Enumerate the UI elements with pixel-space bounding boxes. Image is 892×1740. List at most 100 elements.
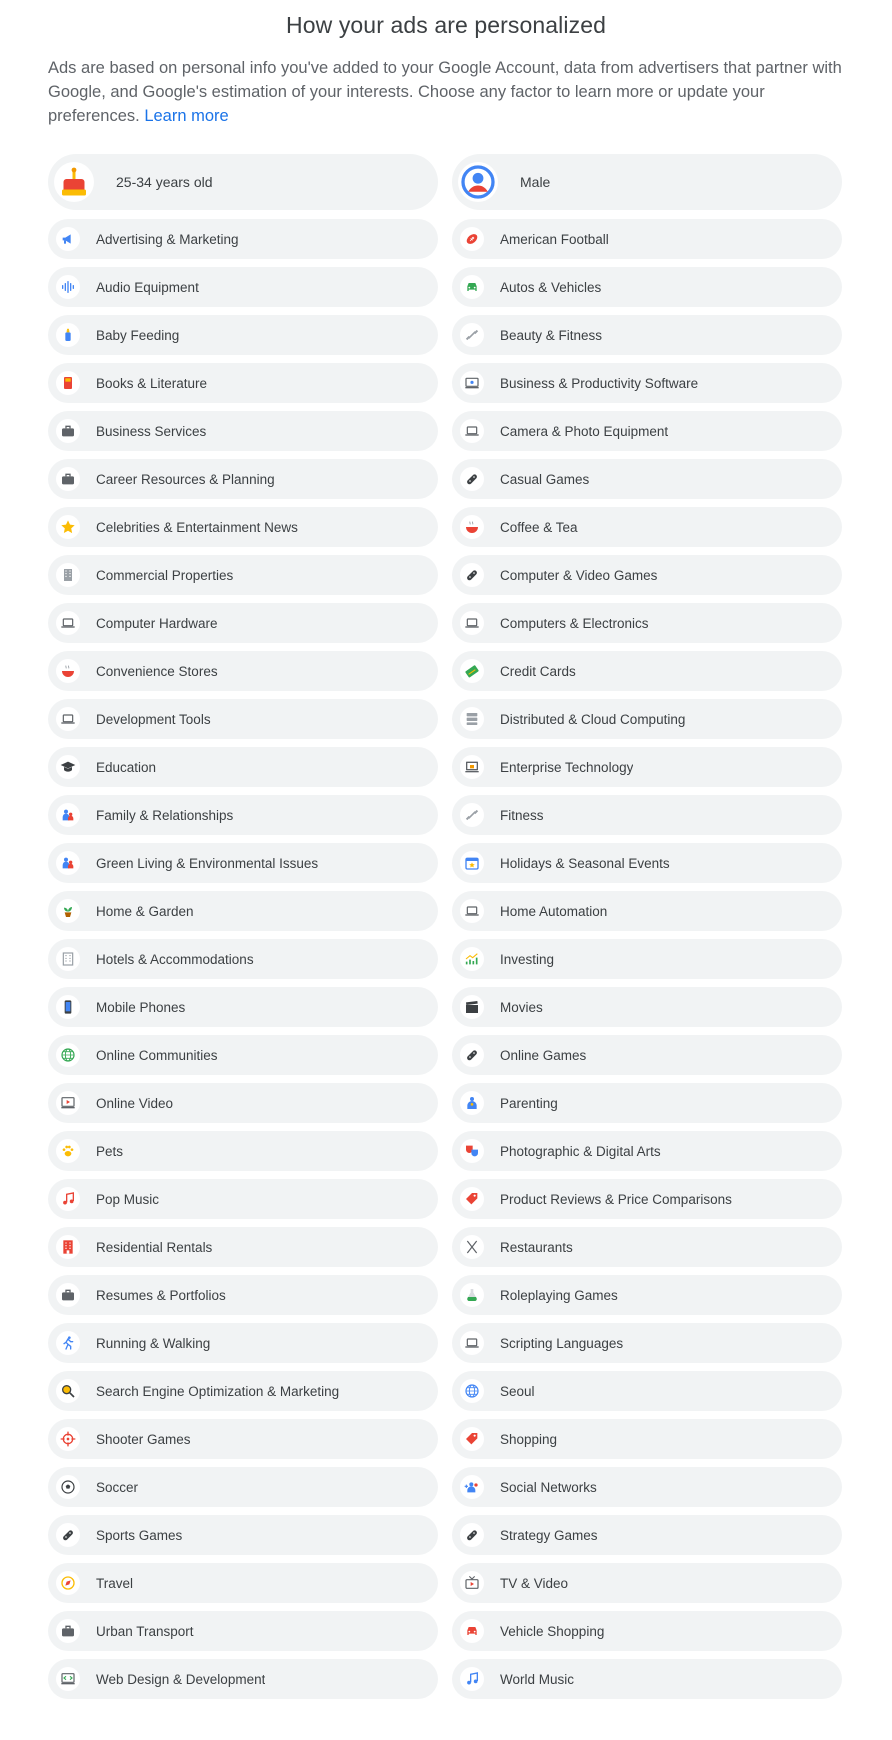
factor-chip-tv-video[interactable]: TV & Video [452,1563,842,1603]
factor-chip-convenience-stores[interactable]: Convenience Stores [48,651,438,691]
factor-label: Investing [500,951,555,967]
factor-chip-25-34-years-old[interactable]: 25-34 years old [48,154,438,210]
factor-chip-investing[interactable]: Investing [452,939,842,979]
factor-label: Convenience Stores [96,663,218,679]
globe-icon [56,1043,80,1067]
factor-chip-resumes-portfolios[interactable]: Resumes & Portfolios [48,1275,438,1315]
megaphone-icon [56,227,80,251]
factor-chip-scripting-languages[interactable]: Scripting Languages [452,1323,842,1363]
factor-label: Enterprise Technology [500,759,634,775]
factor-chip-world-music[interactable]: World Music [452,1659,842,1699]
factor-chip-education[interactable]: Education [48,747,438,787]
briefcase-icon [56,467,80,491]
factor-chip-computer-hardware[interactable]: Computer Hardware [48,603,438,643]
factor-label: Pets [96,1143,124,1159]
factor-chip-male[interactable]: Male [452,154,842,210]
factor-chip-social-networks[interactable]: Social Networks [452,1467,842,1507]
factor-label: Credit Cards [500,663,576,679]
factor-chip-american-football[interactable]: American Football [452,219,842,259]
factor-chip-camera-photo-equipment[interactable]: Camera & Photo Equipment [452,411,842,451]
factor-chip-home-garden[interactable]: Home & Garden [48,891,438,931]
factor-label: Commercial Properties [96,567,234,583]
factor-chip-seoul[interactable]: Seoul [452,1371,842,1411]
factor-chip-development-tools[interactable]: Development Tools [48,699,438,739]
person-icon [458,162,498,202]
factor-label: Seoul [500,1383,535,1399]
factor-chip-business-productivity-software[interactable]: Business & Productivity Software [452,363,842,403]
ads-personalization-page: How your ads are personalized Ads are ba… [0,0,892,1740]
factor-chip-home-automation[interactable]: Home Automation [452,891,842,931]
factor-chip-movies[interactable]: Movies [452,987,842,1027]
factor-chip-pop-music[interactable]: Pop Music [48,1179,438,1219]
factor-chip-coffee-tea[interactable]: Coffee & Tea [452,507,842,547]
gamepad-icon [460,1043,484,1067]
factor-chip-computer-video-games[interactable]: Computer & Video Games [452,555,842,595]
factor-chip-photographic-digital-arts[interactable]: Photographic & Digital Arts [452,1131,842,1171]
factor-chip-distributed-cloud-computing[interactable]: Distributed & Cloud Computing [452,699,842,739]
price-tag-icon [460,1427,484,1451]
factor-chip-credit-cards[interactable]: Credit Cards [452,651,842,691]
factor-chip-online-communities[interactable]: Online Communities [48,1035,438,1075]
factor-label: Movies [500,999,543,1015]
tv-icon [460,1571,484,1595]
factor-chip-roleplaying-games[interactable]: Roleplaying Games [452,1275,842,1315]
factor-chip-travel[interactable]: Travel [48,1563,438,1603]
factor-chip-residential-rentals[interactable]: Residential Rentals [48,1227,438,1267]
factor-chip-soccer[interactable]: Soccer [48,1467,438,1507]
factor-label: Green Living & Environmental Issues [96,855,319,871]
factor-chip-family-relationships[interactable]: Family & Relationships [48,795,438,835]
factor-chip-parenting[interactable]: Parenting [452,1083,842,1123]
factor-chip-mobile-phones[interactable]: Mobile Phones [48,987,438,1027]
factor-chip-autos-vehicles[interactable]: Autos & Vehicles [452,267,842,307]
factor-chip-computers-electronics[interactable]: Computers & Electronics [452,603,842,643]
gamepad-icon [460,563,484,587]
factor-chip-celebrities-entertainment-news[interactable]: Celebrities & Entertainment News [48,507,438,547]
factor-label: Holidays & Seasonal Events [500,855,670,871]
crosshair-icon [56,1427,80,1451]
factor-label: Beauty & Fitness [500,327,603,343]
soccer-ball-icon [56,1475,80,1499]
factor-chip-green-living-environmental-issues[interactable]: Green Living & Environmental Issues [48,843,438,883]
hot-bowl-icon [460,515,484,539]
laptop-icon [56,707,80,731]
factor-chip-career-resources-planning[interactable]: Career Resources & Planning [48,459,438,499]
compass-icon [56,1571,80,1595]
factor-chip-shopping[interactable]: Shopping [452,1419,842,1459]
globe-icon [460,1379,484,1403]
factor-chip-holidays-seasonal-events[interactable]: Holidays & Seasonal Events [452,843,842,883]
factor-chip-books-literature[interactable]: Books & Literature [48,363,438,403]
laptop-icon [56,611,80,635]
factor-label: Shopping [500,1431,558,1447]
factor-label: Hotels & Accommodations [96,951,254,967]
factor-chip-product-reviews-price-comparisons[interactable]: Product Reviews & Price Comparisons [452,1179,842,1219]
learn-more-link[interactable]: Learn more [144,107,228,125]
factor-chip-online-video[interactable]: Online Video [48,1083,438,1123]
music-note-icon [56,1187,80,1211]
factor-chip-web-design-development[interactable]: Web Design & Development [48,1659,438,1699]
factor-chip-running-walking[interactable]: Running & Walking [48,1323,438,1363]
factor-chip-vehicle-shopping[interactable]: Vehicle Shopping [452,1611,842,1651]
factor-chip-audio-equipment[interactable]: Audio Equipment [48,267,438,307]
factor-chip-advertising-marketing[interactable]: Advertising & Marketing [48,219,438,259]
factor-chip-restaurants[interactable]: Restaurants [452,1227,842,1267]
factor-chip-strategy-games[interactable]: Strategy Games [452,1515,842,1555]
factor-chip-commercial-properties[interactable]: Commercial Properties [48,555,438,595]
factor-chip-shooter-games[interactable]: Shooter Games [48,1419,438,1459]
calendar-star-icon [460,851,484,875]
factor-chip-beauty-fitness[interactable]: Beauty & Fitness [452,315,842,355]
briefcase-icon [56,1283,80,1307]
factor-label: Shooter Games [96,1431,191,1447]
factor-chip-sports-games[interactable]: Sports Games [48,1515,438,1555]
factor-chip-pets[interactable]: Pets [48,1131,438,1171]
factor-chip-fitness[interactable]: Fitness [452,795,842,835]
factor-chip-enterprise-technology[interactable]: Enterprise Technology [452,747,842,787]
factor-chip-urban-transport[interactable]: Urban Transport [48,1611,438,1651]
factor-chip-business-services[interactable]: Business Services [48,411,438,451]
factor-chip-search-engine-optimization-marketing[interactable]: Search Engine Optimization & Marketing [48,1371,438,1411]
factor-chip-online-games[interactable]: Online Games [452,1035,842,1075]
dumbbell-icon [460,323,484,347]
cake-icon [54,162,94,202]
factor-chip-hotels-accommodations[interactable]: Hotels & Accommodations [48,939,438,979]
factor-chip-casual-games[interactable]: Casual Games [452,459,842,499]
factor-chip-baby-feeding[interactable]: Baby Feeding [48,315,438,355]
